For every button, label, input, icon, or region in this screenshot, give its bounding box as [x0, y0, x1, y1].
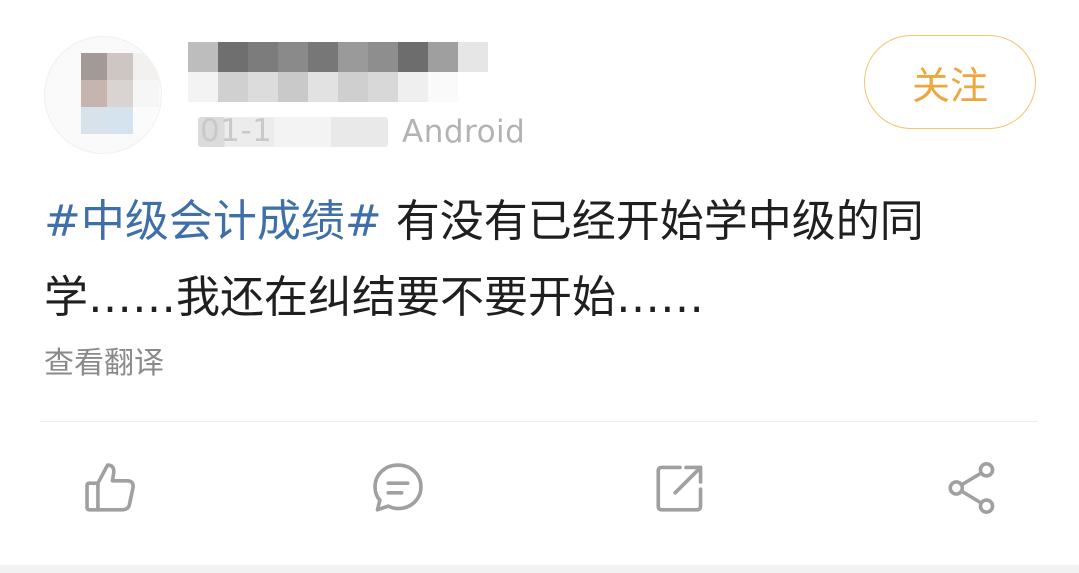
share-icon [948, 462, 995, 514]
post-text-line1: 有没有已经开始学中级的同 [381, 196, 924, 247]
post-text-line2: 学……我还在纠结要不要开始…… [44, 272, 704, 323]
avatar-mosaic [81, 53, 159, 134]
share-button[interactable] [940, 456, 1004, 520]
post-device: Android [402, 114, 526, 150]
bottom-separator [0, 565, 1079, 573]
username-blurred[interactable] [188, 42, 488, 102]
post-content: #中级会计成绩# 有没有已经开始学中级的同 学……我还在纠结要不要开始…… [44, 184, 1034, 336]
translate-link[interactable]: 查看翻译 [44, 338, 164, 382]
thumbs-up-icon [85, 463, 135, 512]
topic-link[interactable]: #中级会计成绩# [44, 196, 382, 247]
avatar[interactable] [44, 36, 162, 154]
repost-button[interactable] [648, 456, 712, 520]
follow-button[interactable]: 关注 [864, 35, 1036, 129]
like-button[interactable] [78, 456, 142, 520]
post-date-blurred: 01-1 [198, 113, 388, 149]
repost-icon [656, 465, 703, 512]
post-meta: 01-1 Android [198, 112, 525, 152]
comment-icon [373, 463, 423, 512]
divider [40, 421, 1038, 422]
comment-button[interactable] [366, 456, 430, 520]
post-card: 01-1 Android 关注 #中级会计成绩# 有没有已经开始学中级的同 学…… [0, 0, 1079, 565]
